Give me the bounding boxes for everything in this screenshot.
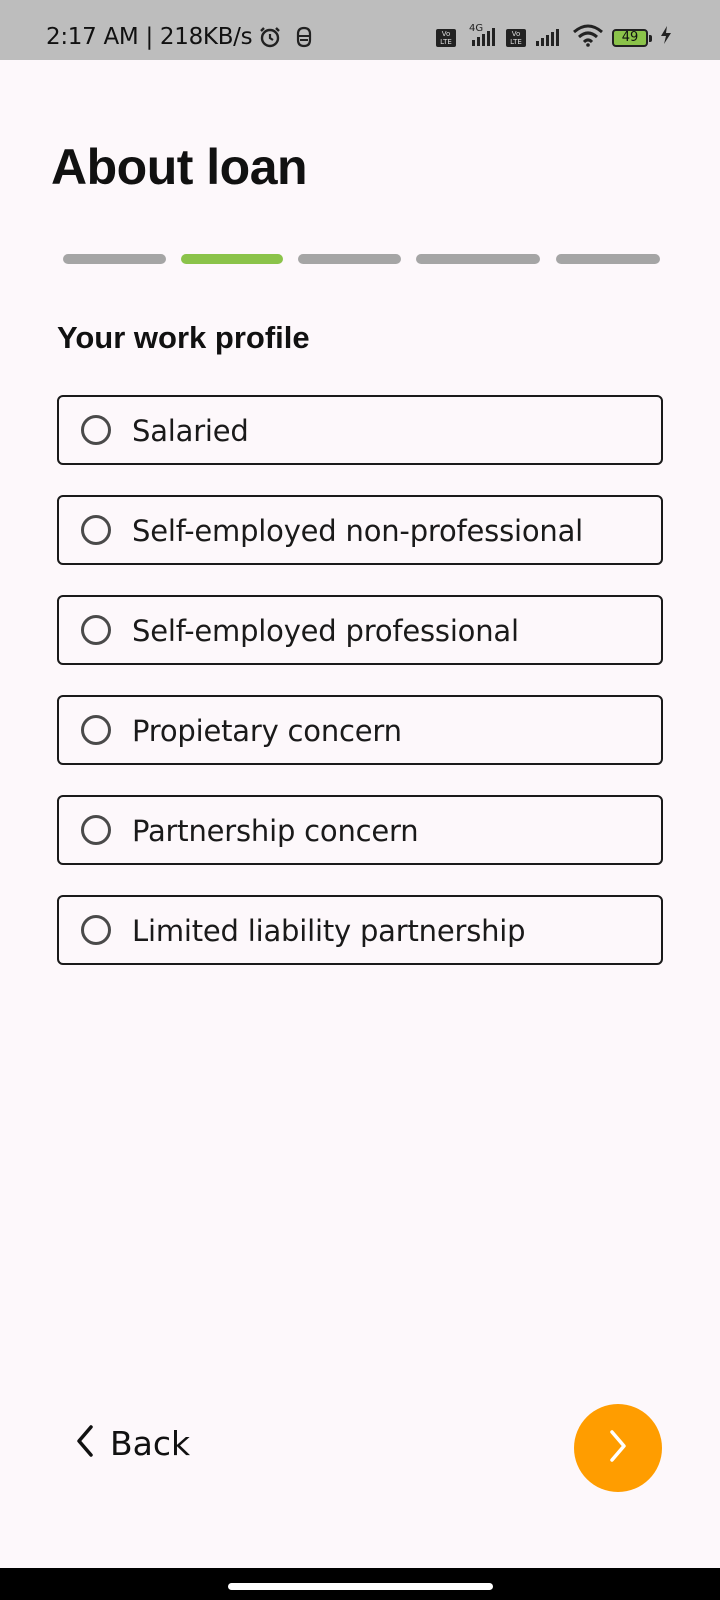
signal-icon <box>534 23 564 52</box>
radio-icon[interactable] <box>81 415 111 445</box>
signal-4g-icon: 4G <box>464 22 498 53</box>
progress-step-2 <box>181 254 283 264</box>
volte-icon-2: Vo LTE <box>506 28 526 47</box>
option-label: Self-employed non-professional <box>132 514 584 548</box>
app-notification-icon <box>294 26 314 53</box>
status-icons-left <box>258 25 314 54</box>
option-partnership-concern[interactable]: Partnership concern <box>57 795 663 865</box>
chevron-left-icon <box>74 1424 96 1463</box>
home-indicator[interactable] <box>228 1583 493 1590</box>
option-label: Self-employed professional <box>132 614 519 648</box>
section-heading: Your work profile <box>57 320 310 355</box>
option-label: Limited liability partnership <box>132 914 526 948</box>
chevron-right-icon <box>607 1429 629 1468</box>
status-icons-right: Vo LTE 4G Vo LTE 49 <box>436 22 672 53</box>
progress-step-5 <box>556 254 660 264</box>
volte-icon: Vo LTE <box>436 28 456 47</box>
wifi-icon <box>572 23 604 52</box>
option-label: Partnership concern <box>132 814 419 848</box>
option-label: Propietary concern <box>132 714 402 748</box>
progress-step-1 <box>63 254 166 264</box>
status-time: 2:17 AM | 218KB/s <box>46 24 253 50</box>
radio-icon[interactable] <box>81 715 111 745</box>
alarm-icon <box>258 25 282 54</box>
radio-icon[interactable] <box>81 815 111 845</box>
progress-step-3 <box>298 254 401 264</box>
back-label: Back <box>110 1424 191 1463</box>
next-button[interactable] <box>574 1404 662 1492</box>
svg-text:4G: 4G <box>469 23 483 34</box>
radio-icon[interactable] <box>81 615 111 645</box>
option-self-employed-professional[interactable]: Self-employed professional <box>57 595 663 665</box>
system-nav-bar <box>0 1568 720 1600</box>
charging-icon <box>660 25 672 50</box>
option-salaried[interactable]: Salaried <box>57 395 663 465</box>
radio-icon[interactable] <box>81 915 111 945</box>
option-self-employed-non-professional[interactable]: Self-employed non-professional <box>57 495 663 565</box>
work-profile-options: Salaried Self-employed non-professional … <box>57 395 663 995</box>
page-title: About loan <box>51 139 308 195</box>
progress-indicator <box>63 254 660 264</box>
option-label: Salaried <box>132 414 249 448</box>
status-bar: 2:17 AM | 218KB/s Vo LTE 4G Vo LTE 49 <box>0 0 720 60</box>
radio-icon[interactable] <box>81 515 111 545</box>
option-limited-liability-partnership[interactable]: Limited liability partnership <box>57 895 663 965</box>
battery-icon: 49 <box>612 28 652 47</box>
progress-step-4 <box>416 254 540 264</box>
back-button[interactable]: Back <box>74 1424 190 1463</box>
option-proprietary-concern[interactable]: Propietary concern <box>57 695 663 765</box>
